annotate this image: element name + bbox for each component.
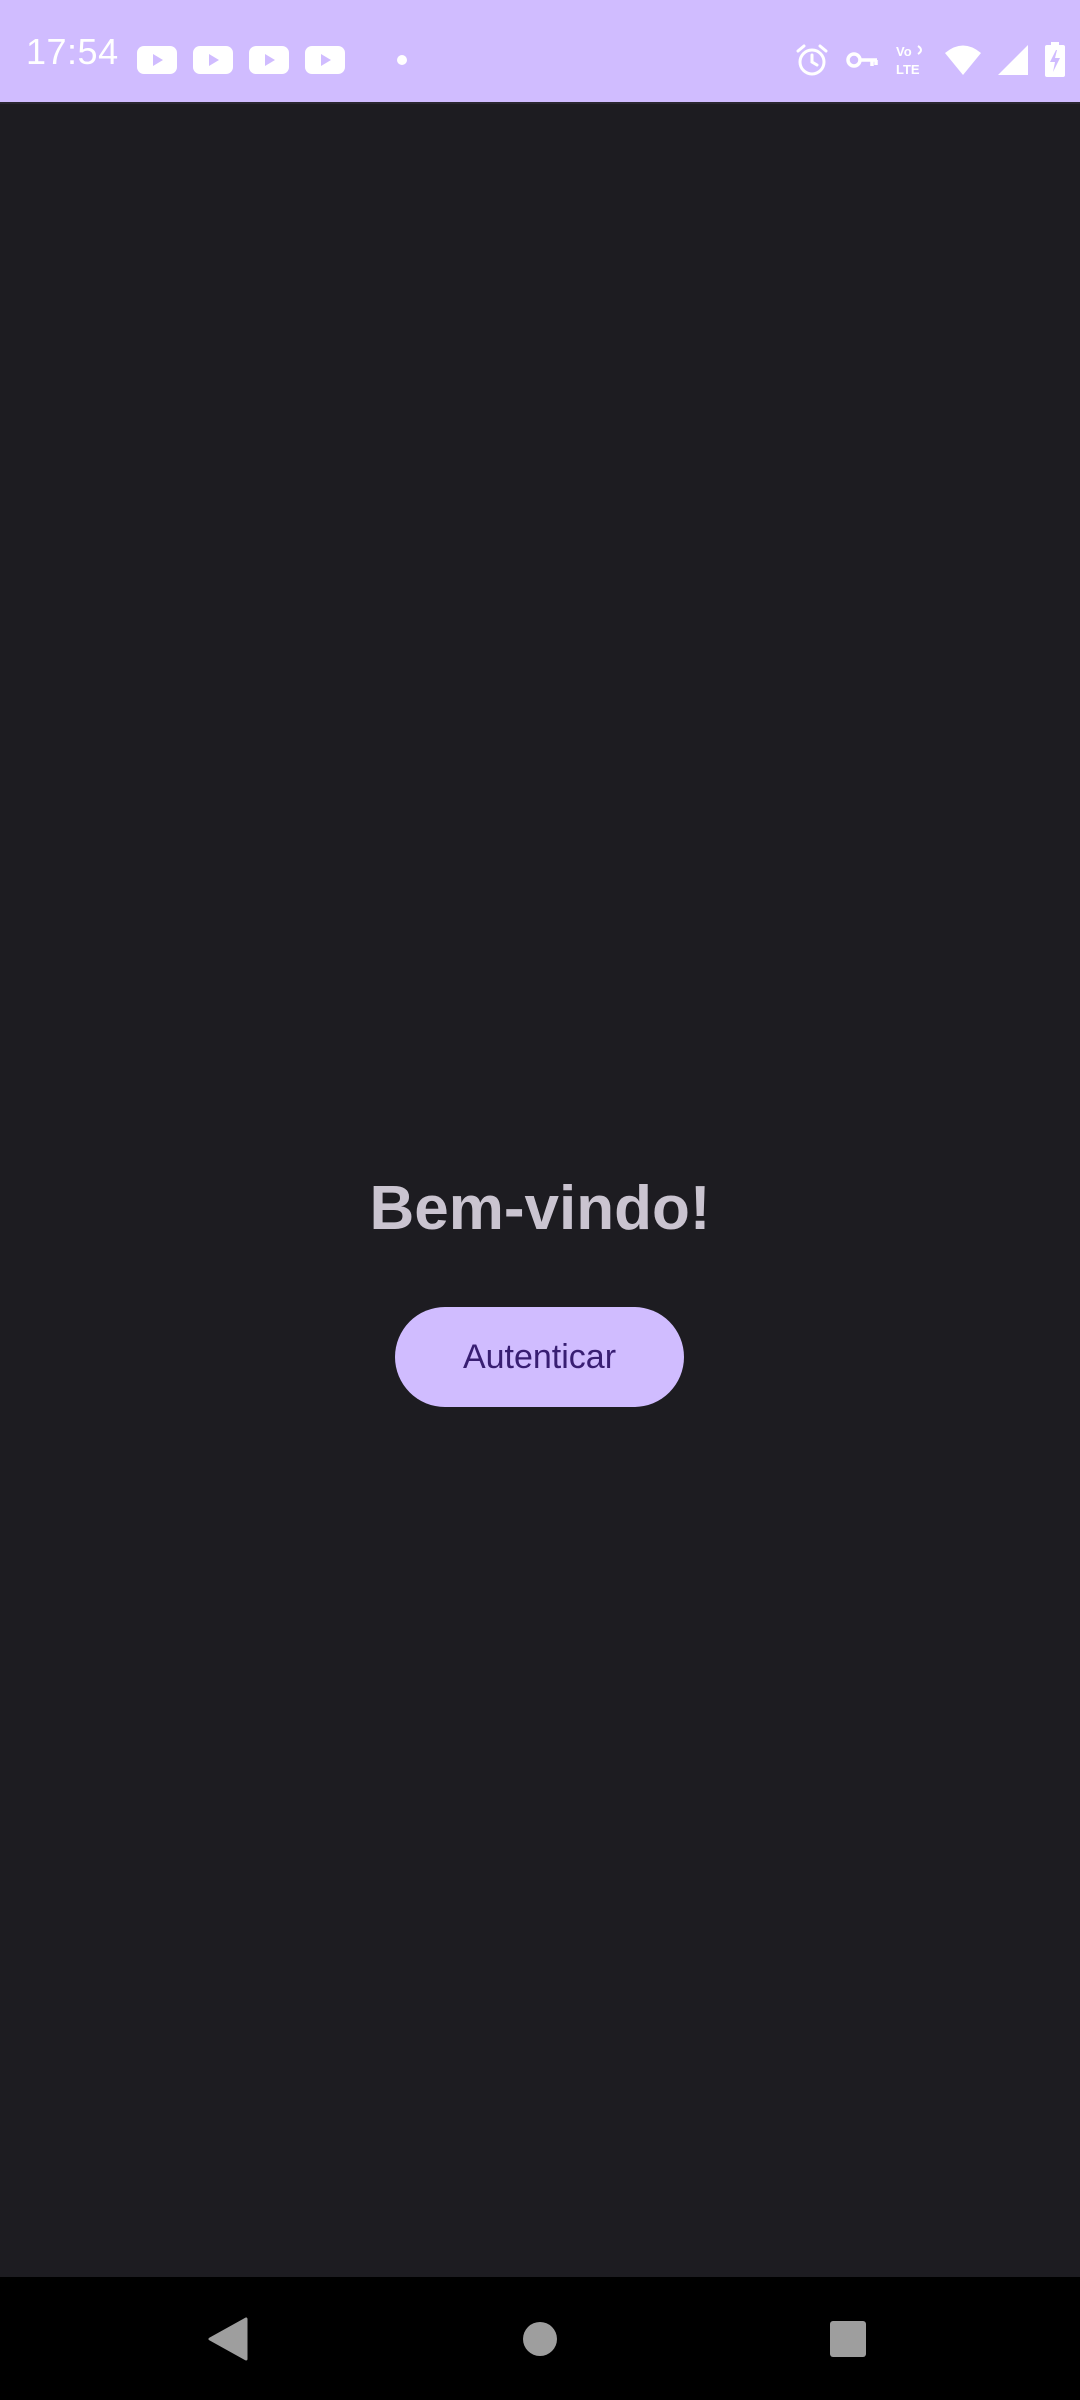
recents-button[interactable] (788, 2277, 908, 2400)
navigation-bar (0, 2277, 1080, 2400)
volte-icon: Vo LTE (896, 44, 922, 77)
battery-charging-icon (1045, 42, 1065, 77)
vpn-key-icon (846, 52, 878, 68)
welcome-title: Bem-vindo! (369, 1174, 711, 1243)
status-time: 17:54 (26, 31, 119, 72)
home-icon (523, 2321, 557, 2356)
status-bar: 17:54 Vo LTE (0, 0, 1080, 104)
wifi-icon (945, 45, 981, 75)
recents-icon (830, 2320, 866, 2357)
signal-icon (998, 45, 1028, 75)
youtube-icon (193, 46, 233, 74)
volte-top-label: Vo (896, 44, 912, 59)
volte-bottom-label: LTE (896, 62, 920, 77)
youtube-icon (137, 46, 177, 74)
back-button[interactable] (168, 2277, 288, 2400)
alarm-icon (796, 44, 828, 76)
system-icons: Vo LTE (794, 42, 1066, 78)
home-button[interactable] (480, 2277, 600, 2400)
notification-icons (137, 46, 407, 74)
app-screen: 17:54 Vo LTE Bem-vindo! Autenticar (0, 0, 1080, 2400)
authenticate-button[interactable]: Autenticar (395, 1307, 684, 1407)
back-icon (208, 2317, 248, 2360)
youtube-icon (249, 46, 289, 74)
youtube-icon (305, 46, 345, 74)
more-notifications-dot-icon (397, 55, 407, 65)
main-content: Bem-vindo! Autenticar (0, 104, 1080, 2277)
